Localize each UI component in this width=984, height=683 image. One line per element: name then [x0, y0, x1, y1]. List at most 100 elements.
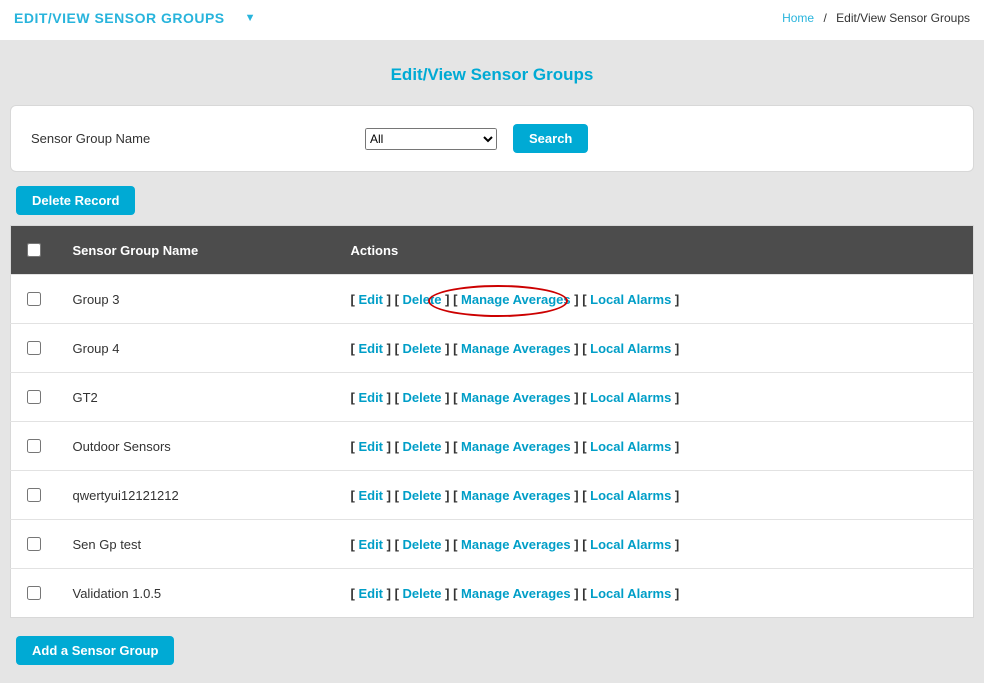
search-button[interactable]: Search — [513, 124, 588, 153]
row-checkbox[interactable] — [27, 292, 41, 306]
row-checkbox[interactable] — [27, 488, 41, 502]
groups-table: Sensor Group Name Actions Group 3[ Edit … — [10, 225, 974, 618]
row-name: Group 3 — [61, 275, 339, 324]
action-local-alarms[interactable]: Local Alarms — [590, 586, 671, 601]
page-title: Edit/View Sensor Groups — [10, 65, 974, 85]
action-edit[interactable]: Edit — [358, 586, 383, 601]
filter-label: Sensor Group Name — [25, 131, 325, 146]
bracket: ] [ — [383, 537, 403, 552]
content-area: Edit/View Sensor Groups Sensor Group Nam… — [0, 41, 984, 683]
action-delete[interactable]: Delete — [403, 341, 442, 356]
bracket: ] [ — [442, 537, 462, 552]
add-group-button[interactable]: Add a Sensor Group — [16, 636, 174, 665]
select-all-header — [11, 226, 61, 275]
select-all-checkbox[interactable] — [27, 243, 41, 257]
page-heading-dropdown[interactable]: EDIT/VIEW SENSOR GROUPS ▼ — [14, 10, 256, 26]
row-name: Validation 1.0.5 — [61, 569, 339, 618]
bracket: ] [ — [442, 341, 462, 356]
action-manage-averages[interactable]: Manage Averages — [461, 488, 571, 503]
row-checkbox[interactable] — [27, 390, 41, 404]
action-manage-averages[interactable]: Manage Averages — [461, 586, 571, 601]
action-delete[interactable]: Delete — [403, 292, 442, 307]
bracket: ] — [671, 341, 679, 356]
table-row: qwertyui12121212[ Edit ] [ Delete ] [ Ma… — [11, 471, 974, 520]
breadcrumb-current: Edit/View Sensor Groups — [836, 11, 970, 25]
row-actions: [ Edit ] [ Delete ] [ Manage Averages ] … — [339, 422, 974, 471]
row-actions: [ Edit ] [ Delete ] [ Manage Averages ] … — [339, 324, 974, 373]
action-local-alarms[interactable]: Local Alarms — [590, 341, 671, 356]
action-manage-averages[interactable]: Manage Averages — [461, 537, 571, 552]
filter-controls: All Search — [365, 124, 588, 153]
action-manage-averages[interactable]: Manage Averages — [461, 390, 571, 405]
bracket: ] [ — [442, 439, 462, 454]
delete-record-button[interactable]: Delete Record — [16, 186, 135, 215]
row-checkbox[interactable] — [27, 586, 41, 600]
filter-panel: Sensor Group Name All Search — [10, 105, 974, 172]
action-delete[interactable]: Delete — [403, 390, 442, 405]
action-local-alarms[interactable]: Local Alarms — [590, 390, 671, 405]
action-delete[interactable]: Delete — [403, 488, 442, 503]
bracket: ] [ — [383, 390, 403, 405]
bracket: ] [ — [442, 488, 462, 503]
topbar: EDIT/VIEW SENSOR GROUPS ▼ Home / Edit/Vi… — [0, 0, 984, 41]
row-checkbox-cell — [11, 422, 61, 471]
row-checkbox-cell — [11, 324, 61, 373]
bracket: ] [ — [383, 439, 403, 454]
breadcrumb-home-link[interactable]: Home — [782, 11, 814, 25]
breadcrumb-separator: / — [823, 11, 826, 25]
action-edit[interactable]: Edit — [358, 390, 383, 405]
row-checkbox-cell — [11, 275, 61, 324]
column-header-name: Sensor Group Name — [61, 226, 339, 275]
row-name: GT2 — [61, 373, 339, 422]
action-edit[interactable]: Edit — [358, 488, 383, 503]
row-name: Outdoor Sensors — [61, 422, 339, 471]
row-actions: [ Edit ] [ Delete ] [ Manage Averages ] … — [339, 373, 974, 422]
row-name: Group 4 — [61, 324, 339, 373]
action-delete[interactable]: Delete — [403, 586, 442, 601]
bracket: ] [ — [571, 292, 591, 307]
row-checkbox-cell — [11, 569, 61, 618]
table-row: GT2[ Edit ] [ Delete ] [ Manage Averages… — [11, 373, 974, 422]
action-manage-averages[interactable]: Manage Averages — [461, 341, 571, 356]
bracket: ] [ — [383, 341, 403, 356]
bracket: ] — [671, 586, 679, 601]
row-checkbox[interactable] — [27, 341, 41, 355]
row-checkbox[interactable] — [27, 439, 41, 453]
table-row: Validation 1.0.5[ Edit ] [ Delete ] [ Ma… — [11, 569, 974, 618]
action-delete[interactable]: Delete — [403, 439, 442, 454]
action-delete[interactable]: Delete — [403, 537, 442, 552]
bracket: ] [ — [571, 537, 591, 552]
filter-select[interactable]: All — [365, 128, 497, 150]
action-edit[interactable]: Edit — [358, 537, 383, 552]
action-local-alarms[interactable]: Local Alarms — [590, 488, 671, 503]
bracket: ] [ — [383, 292, 403, 307]
action-manage-averages[interactable]: Manage Averages — [461, 439, 571, 454]
bracket: ] [ — [571, 488, 591, 503]
row-checkbox-cell — [11, 373, 61, 422]
chevron-down-icon: ▼ — [245, 12, 256, 24]
action-local-alarms[interactable]: Local Alarms — [590, 537, 671, 552]
row-checkbox-cell — [11, 520, 61, 569]
bracket: ] [ — [571, 390, 591, 405]
column-header-actions: Actions — [339, 226, 974, 275]
action-edit[interactable]: Edit — [358, 341, 383, 356]
row-name: Sen Gp test — [61, 520, 339, 569]
action-local-alarms[interactable]: Local Alarms — [590, 292, 671, 307]
bulk-toolbar: Delete Record — [16, 186, 974, 215]
bracket: ] — [671, 390, 679, 405]
bracket: ] — [671, 537, 679, 552]
action-local-alarms[interactable]: Local Alarms — [590, 439, 671, 454]
bracket: ] — [671, 292, 679, 307]
row-actions: [ Edit ] [ Delete ] [ Manage Averages ] … — [339, 275, 974, 324]
action-manage-averages[interactable]: Manage Averages — [461, 292, 571, 307]
action-edit[interactable]: Edit — [358, 292, 383, 307]
footer-toolbar: Add a Sensor Group — [16, 636, 974, 665]
row-actions: [ Edit ] [ Delete ] [ Manage Averages ] … — [339, 520, 974, 569]
row-checkbox[interactable] — [27, 537, 41, 551]
row-checkbox-cell — [11, 471, 61, 520]
table-row: Sen Gp test[ Edit ] [ Delete ] [ Manage … — [11, 520, 974, 569]
action-edit[interactable]: Edit — [358, 439, 383, 454]
bracket: ] [ — [442, 390, 462, 405]
bracket: ] [ — [442, 292, 462, 307]
bracket: ] [ — [442, 586, 462, 601]
